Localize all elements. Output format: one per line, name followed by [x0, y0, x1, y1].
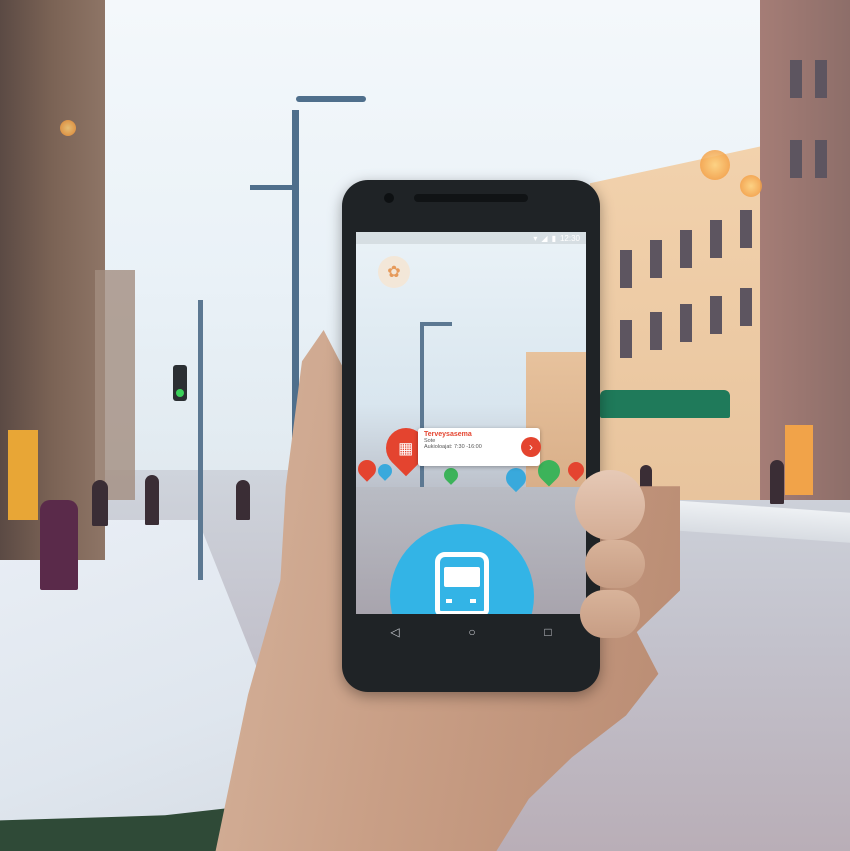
window [650, 240, 662, 278]
window [650, 312, 662, 350]
pedestrian [92, 480, 108, 526]
poi-hours: Aukioloajat: 7:30 -16:00 [424, 444, 482, 450]
smartphone: ▾ ◢ ▮ 12:30 ✿ ▦ Terveysasema Sote Aukiol… [342, 180, 600, 692]
window [680, 304, 692, 342]
poi-pin-icon[interactable] [441, 465, 461, 485]
android-nav-bar: ◁ ○ □ [356, 614, 586, 650]
string-light [60, 120, 76, 136]
back-icon[interactable]: ◁ [390, 625, 399, 639]
green-awning [600, 390, 730, 418]
street-lamp-arm [250, 185, 298, 190]
finger [580, 590, 640, 638]
recents-icon[interactable]: □ [544, 625, 551, 639]
battery-icon: ▮ [551, 233, 556, 243]
window [740, 210, 752, 248]
window [620, 320, 632, 358]
shop-sign-left [8, 430, 38, 520]
building-left-far [95, 270, 135, 500]
chevron-right-icon[interactable]: › [521, 437, 541, 457]
window [740, 288, 752, 326]
window [710, 220, 722, 258]
bus-icon [435, 552, 489, 614]
pedestrian [770, 460, 784, 504]
shop-window-glow [785, 425, 813, 495]
earpiece-speaker [414, 194, 528, 202]
ar-app-screen: ▾ ◢ ▮ 12:30 ✿ ▦ Terveysasema Sote Aukiol… [356, 232, 586, 614]
pedestrian [236, 480, 250, 520]
screen-lamp-pole [420, 324, 424, 514]
poi-title: Terveysasema [424, 431, 472, 438]
window [710, 296, 722, 334]
status-bar: ▾ ◢ ▮ 12:30 [356, 232, 586, 244]
window [790, 140, 802, 178]
thumb [575, 470, 645, 540]
window [815, 60, 827, 98]
signal-icon: ◢ [541, 233, 548, 243]
status-time: 12:30 [559, 233, 580, 243]
window [680, 230, 692, 268]
street-lamp-arm [296, 96, 366, 102]
street-scene: ▾ ◢ ▮ 12:30 ✿ ▦ Terveysasema Sote Aukiol… [0, 0, 850, 851]
finger [585, 540, 645, 588]
screen-lamp-arm [420, 322, 452, 326]
wifi-icon: ▾ [533, 233, 538, 243]
window [815, 140, 827, 178]
ar-logo-icon[interactable]: ✿ [378, 256, 410, 288]
pedestrian [40, 500, 78, 590]
home-icon[interactable]: ○ [468, 625, 475, 639]
street-lamp-pole [198, 300, 203, 580]
poi-pin-icon[interactable] [356, 456, 380, 482]
string-light [700, 150, 730, 180]
string-light [740, 175, 762, 197]
pedestrian [145, 475, 159, 525]
traffic-light [173, 365, 187, 401]
front-camera [384, 193, 394, 203]
window [620, 250, 632, 288]
window [790, 60, 802, 98]
poi-pin-icon[interactable] [375, 461, 395, 481]
